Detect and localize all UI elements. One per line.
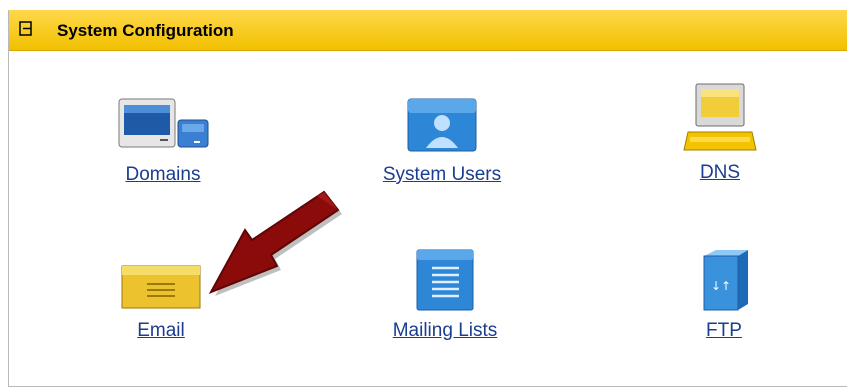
- ftp-link[interactable]: FTP: [674, 320, 774, 342]
- dns-icon: [683, 83, 757, 151]
- system-users-link[interactable]: System Users: [357, 164, 527, 186]
- svg-text:↓↑: ↓↑: [711, 279, 731, 293]
- email-link[interactable]: Email: [106, 320, 216, 342]
- ftp-item[interactable]: ↓↑ FTP: [674, 248, 774, 342]
- domains-icon: [118, 98, 209, 148]
- mailing-lists-item[interactable]: Mailing Lists: [370, 248, 520, 342]
- ftp-icon: ↓↑: [703, 250, 748, 311]
- domains-item[interactable]: Domains: [98, 96, 228, 186]
- arrow-pointer-icon: [208, 190, 342, 296]
- domains-link[interactable]: Domains: [98, 164, 228, 186]
- mailing-lists-icon: [416, 249, 474, 311]
- email-icon: [121, 265, 201, 309]
- collapse-icon[interactable]: [19, 21, 35, 37]
- section-header: System Configuration: [9, 10, 847, 51]
- mailing-lists-link[interactable]: Mailing Lists: [370, 320, 520, 342]
- system-users-item[interactable]: System Users: [357, 96, 527, 186]
- section-title: System Configuration: [57, 21, 234, 40]
- system-users-icon: [407, 98, 477, 152]
- dns-link[interactable]: DNS: [670, 162, 770, 184]
- dns-item[interactable]: DNS: [670, 82, 770, 184]
